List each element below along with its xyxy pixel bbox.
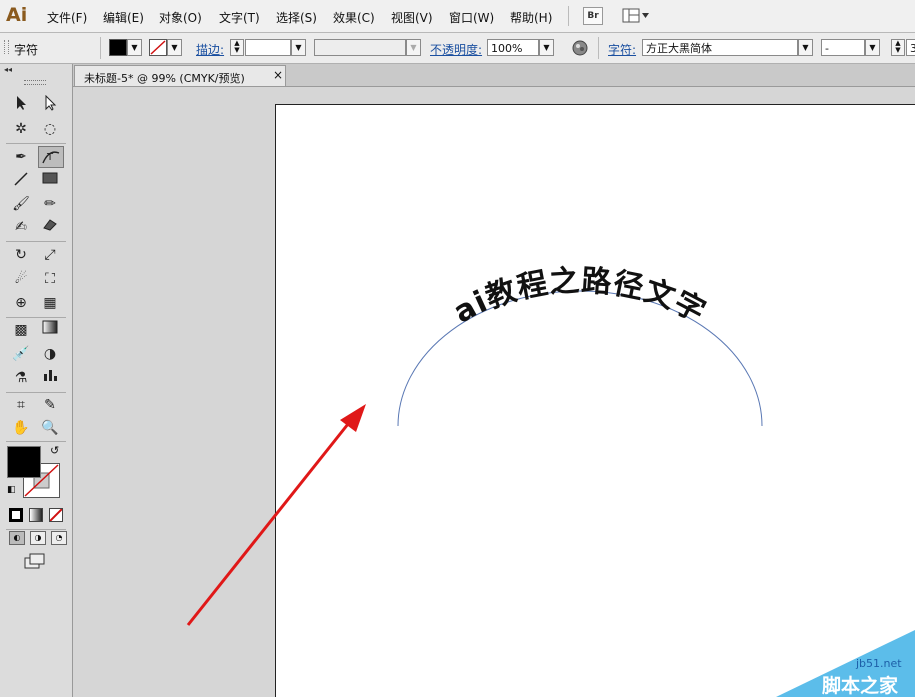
- path-text[interactable]: ai教程之路径文字: [448, 264, 712, 331]
- watermark-name: 脚本之家: [822, 675, 899, 697]
- watermark-site: jb51.net: [856, 657, 902, 670]
- red-arrow: [186, 418, 354, 626]
- text-path-arc[interactable]: [397, 290, 763, 427]
- canvas-artwork: ai教程之路径文字: [186, 264, 763, 626]
- watermark: jb51.net 脚本之家: [776, 630, 915, 697]
